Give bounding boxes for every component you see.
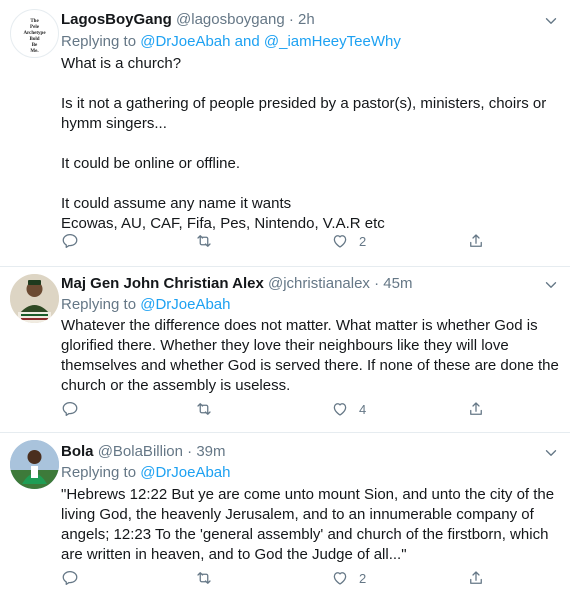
replying-to: Replying to @DrJoeAbah and @_iamHeeyTeeW…: [61, 32, 401, 52]
tweet-text: "Hebrews 12:22 But ye are come unto moun…: [61, 486, 555, 563]
svg-text:Be: Be: [32, 43, 38, 48]
tweet-actions: 2: [61, 232, 560, 254]
replying-prefix: Replying to: [61, 33, 137, 50]
tweet-header: LagosBoyGang @lagosboygang · 2h: [61, 10, 315, 30]
display-name[interactable]: Maj Gen John Christian Alex: [61, 275, 264, 292]
like-icon: [333, 235, 347, 248]
timestamp[interactable]: 2h: [298, 11, 315, 28]
avatar[interactable]: The Pele Archetype Bold Be Me.: [10, 9, 59, 58]
tweet[interactable]: The Pele Archetype Bold Be Me. LagosBoyG…: [0, 0, 570, 267]
replying-prefix: Replying to: [61, 464, 137, 481]
share-button[interactable]: [467, 569, 485, 587]
like-button[interactable]: 2: [331, 569, 366, 587]
tweet[interactable]: Maj Gen John Christian Alex @jchristiana…: [0, 266, 570, 433]
reply-button[interactable]: [61, 569, 89, 587]
tweet-header: Bola @BolaBillion · 39m: [61, 442, 226, 462]
retweet-icon: [197, 572, 211, 584]
retweet-icon: [197, 403, 211, 415]
replying-to: Replying to @DrJoeAbah: [61, 295, 231, 315]
share-button[interactable]: [467, 232, 485, 250]
reply-button[interactable]: [61, 232, 89, 250]
svg-text:The: The: [30, 19, 39, 24]
timestamp[interactable]: 39m: [196, 443, 225, 460]
reply-mention[interactable]: @DrJoeAbah: [140, 296, 230, 313]
retweet-icon: [197, 235, 211, 247]
handle[interactable]: @lagosboygang: [176, 11, 285, 28]
reply-joiner[interactable]: and: [235, 33, 260, 50]
separator-dot: ·: [374, 275, 380, 292]
timestamp[interactable]: 45m: [383, 275, 412, 292]
avatar[interactable]: [10, 440, 59, 489]
separator-dot: ·: [187, 443, 193, 460]
share-icon: [470, 571, 482, 584]
avatar-photo: [10, 274, 59, 323]
reply-icon: [62, 401, 78, 417]
reply-mention[interactable]: @DrJoeAbah: [140, 464, 230, 481]
like-button[interactable]: 4: [331, 400, 366, 418]
like-icon: [333, 572, 347, 585]
replying-prefix: Replying to: [61, 296, 137, 313]
retweet-button[interactable]: [195, 232, 223, 250]
tweet[interactable]: Bola @BolaBillion · 39m Replying to @DrJ…: [0, 432, 570, 589]
display-name[interactable]: LagosBoyGang: [61, 11, 172, 28]
handle[interactable]: @jchristianalex: [268, 275, 370, 292]
svg-text:Me.: Me.: [30, 49, 39, 54]
like-count: 4: [359, 401, 367, 417]
like-button[interactable]: 2: [331, 232, 366, 250]
share-button[interactable]: [467, 400, 485, 418]
svg-text:Pele: Pele: [30, 25, 40, 30]
reply-mention[interactable]: @DrJoeAbah: [140, 33, 230, 50]
reply-button[interactable]: [61, 400, 89, 418]
avatar-logo: The Pele Archetype Bold Be Me.: [23, 19, 46, 54]
avatar[interactable]: [10, 274, 59, 323]
reply-icon: [62, 570, 78, 586]
retweet-button[interactable]: [195, 569, 223, 587]
reply-mention[interactable]: @_iamHeeyTeeWhy: [264, 33, 401, 50]
tweet-actions: 4: [61, 400, 560, 422]
retweet-button[interactable]: [195, 400, 223, 418]
chevron-down-icon[interactable]: [542, 12, 560, 30]
tweet-text: Whatever the difference does not matter.…: [61, 317, 559, 394]
like-icon: [333, 403, 347, 416]
svg-text:Bold: Bold: [29, 37, 39, 42]
reply-icon: [62, 233, 78, 249]
tweet-header: Maj Gen John Christian Alex @jchristiana…: [61, 274, 412, 294]
separator-dot: ·: [288, 11, 294, 28]
avatar-photo: [10, 440, 59, 489]
svg-text:Archetype: Archetype: [23, 31, 46, 36]
tweet-actions: 2: [61, 569, 560, 591]
display-name[interactable]: Bola: [61, 443, 94, 460]
tweet-text: What is a church? Is it not a gathering …: [61, 55, 547, 232]
like-count: 2: [359, 570, 367, 586]
chevron-down-icon[interactable]: [542, 276, 560, 294]
chevron-down-icon[interactable]: [542, 444, 560, 462]
share-icon: [470, 402, 482, 415]
share-icon: [470, 234, 482, 247]
like-count: 2: [359, 233, 367, 249]
handle[interactable]: @BolaBillion: [98, 443, 183, 460]
replying-to: Replying to @DrJoeAbah: [61, 463, 231, 483]
